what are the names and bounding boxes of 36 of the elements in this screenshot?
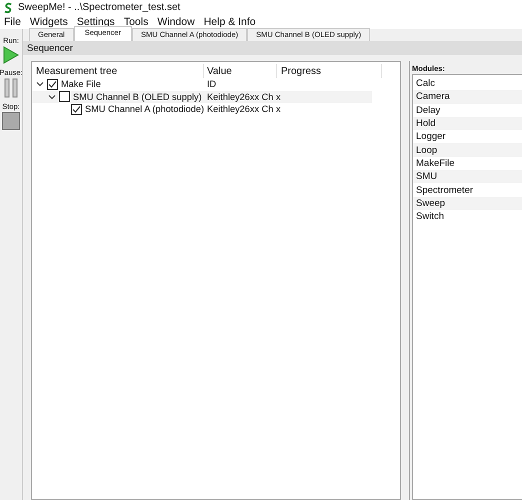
column-header[interactable]: Progress bbox=[277, 64, 382, 78]
module-item[interactable]: Calc bbox=[413, 77, 522, 90]
module-item[interactable]: SMU bbox=[413, 170, 522, 184]
tree-item-label[interactable]: SMU Channel A (photodiode) bbox=[85, 104, 204, 114]
checkbox[interactable] bbox=[71, 104, 82, 115]
column-header[interactable]: Value bbox=[204, 64, 277, 78]
menu-item[interactable]: Tools bbox=[124, 16, 148, 28]
app-logo-icon bbox=[4, 2, 13, 14]
module-item[interactable]: Loop bbox=[413, 143, 522, 157]
menu-item[interactable]: File bbox=[4, 16, 21, 28]
value-cell-text: ID bbox=[206, 79, 218, 90]
chevron-icon[interactable] bbox=[48, 92, 56, 101]
menu-item[interactable]: Help & Info bbox=[204, 16, 256, 28]
column-header[interactable]: Measurement tree bbox=[32, 64, 204, 78]
module-item[interactable]: Sweep bbox=[413, 196, 522, 210]
tree-item-label[interactable]: SMU Channel B (OLED supply) bbox=[73, 92, 202, 102]
module-item[interactable]: MakeFile bbox=[413, 156, 522, 170]
section-header: Sequencer bbox=[23, 41, 522, 55]
module-item[interactable]: Camera bbox=[413, 90, 522, 104]
menu-item[interactable]: Window bbox=[157, 16, 195, 28]
menu-item[interactable]: Settings bbox=[76, 16, 115, 28]
module-item[interactable]: Hold bbox=[413, 116, 522, 130]
checkbox[interactable] bbox=[59, 91, 70, 102]
value-cell-text: Keithley26xx Ch x bbox=[206, 104, 282, 114]
chevron-icon[interactable] bbox=[36, 80, 44, 88]
module-item[interactable]: Delay bbox=[413, 104, 522, 117]
module-item[interactable]: Spectrometer bbox=[413, 183, 522, 197]
window-title: SweepMe! - ..\Spectrometer_test.set bbox=[18, 2, 180, 13]
pause-icon[interactable] bbox=[4, 78, 18, 98]
menu-item[interactable]: Widgets bbox=[30, 16, 68, 28]
run-icon[interactable] bbox=[3, 46, 19, 64]
tree-item-label[interactable]: Make File bbox=[61, 79, 101, 90]
checkbox[interactable] bbox=[47, 78, 58, 90]
value-cell-text: Keithley26xx Ch x bbox=[206, 92, 282, 102]
module-item[interactable]: Switch bbox=[413, 210, 522, 224]
module-item[interactable]: Logger bbox=[413, 130, 522, 144]
